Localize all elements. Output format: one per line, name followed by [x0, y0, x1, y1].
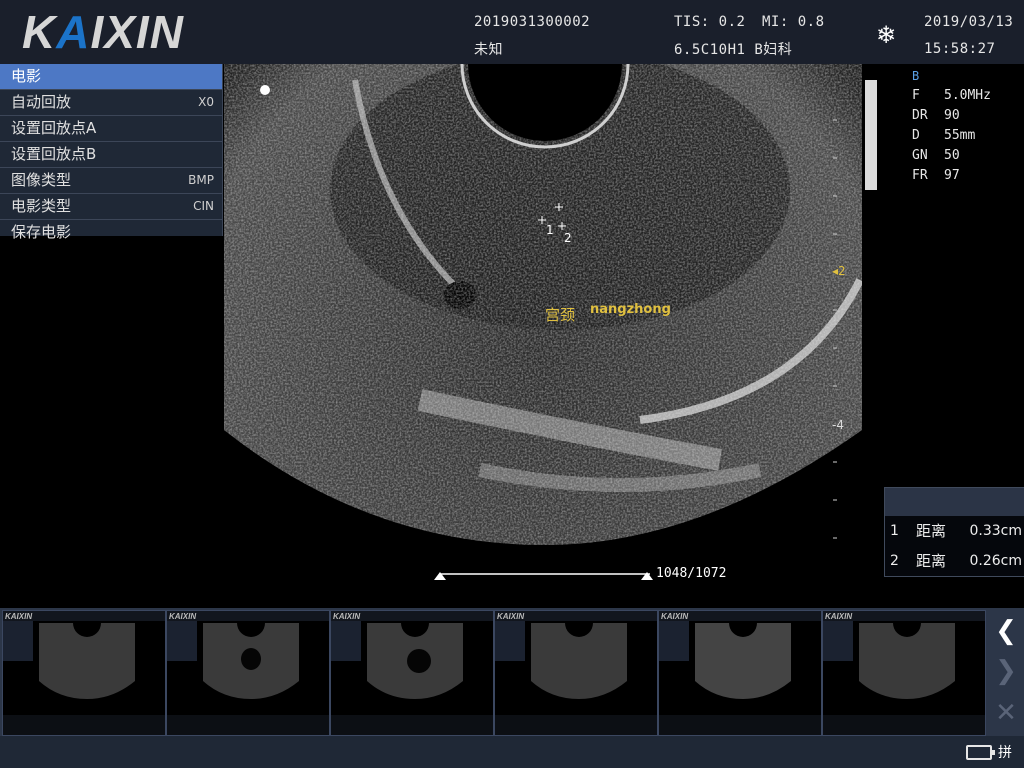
cine-frame-counter: 1048/1072	[656, 566, 727, 581]
imaging-parameters: B F 5.0MHz DR 90 D 55mm GN 50 FR 97	[912, 66, 991, 186]
thumbnail[interactable]: KAIXIN	[2, 610, 166, 736]
thumbnail[interactable]: KAIXIN	[494, 610, 658, 736]
param-row: DR 90	[912, 108, 960, 123]
date: 2019/03/13	[924, 14, 1014, 30]
kaixin-logo: KAIXIN	[22, 6, 184, 58]
time: 15:58:27	[924, 41, 996, 57]
param-row: D 55mm	[912, 128, 976, 143]
thumbnail[interactable]: KAIXIN	[822, 610, 986, 736]
chevron-right-icon[interactable]: ❯	[990, 652, 1022, 690]
patient-id: 2019031300002	[474, 14, 591, 30]
measurement-row: 1 距离 0.33cm	[890, 522, 1022, 540]
depth-label-minus4: -4	[832, 418, 844, 432]
cine-menu: 电影 自动回放 X0 设置回放点A 设置回放点B 图像类型 BMP 电影类型 CIN …	[0, 64, 223, 241]
mode-label: B	[912, 69, 920, 83]
snowflake-icon[interactable]: ❄	[876, 21, 896, 49]
menu-item-auto-playback[interactable]: 自动回放 X0	[0, 90, 222, 116]
thumbnail[interactable]: KAIXIN	[330, 610, 494, 736]
caliper-label-2: 2	[564, 231, 572, 245]
param-row: FR 97	[912, 168, 960, 183]
tis-value: TIS: 0.2	[674, 14, 746, 30]
probe-preset: 6.5C10H1 B妇科	[674, 42, 793, 58]
patient-name: 未知	[474, 42, 503, 58]
thumbnail[interactable]: KAIXIN	[166, 610, 330, 736]
annotation-label-cn: 宫颈	[545, 306, 576, 324]
close-icon[interactable]: ✕	[990, 694, 1022, 732]
thumbnail-strip: KAIXIN KAIXIN KAIXIN KAIXIN KAIXIN KAIXI…	[0, 608, 1024, 736]
menu-item-image-type[interactable]: 图像类型 BMP	[0, 168, 222, 194]
caliper-label-1: 1	[546, 223, 554, 237]
top-bar: KAIXIN 2019031300002 未知 TIS: 0.2 MI: 0.8…	[0, 0, 1024, 64]
menu-item-cine-type[interactable]: 电影类型 CIN	[0, 194, 222, 220]
menu-item-cine[interactable]: 电影	[0, 64, 222, 90]
param-row: F 5.0MHz	[912, 88, 991, 103]
measurement-header	[885, 488, 1024, 516]
measurement-results: 1 距离 0.33cm 2 距离 0.26cm	[884, 487, 1024, 577]
mi-value: MI: 0.8	[762, 14, 825, 30]
ime-indicator[interactable]: 拼	[998, 742, 1012, 762]
thumbnail[interactable]: KAIXIN	[658, 610, 822, 736]
param-row: GN 50	[912, 148, 960, 163]
menu-item-set-point-a[interactable]: 设置回放点A	[0, 116, 222, 142]
status-bar: 拼	[0, 736, 1024, 768]
chevron-left-icon[interactable]: ❮	[990, 612, 1022, 650]
menu-item-set-point-b[interactable]: 设置回放点B	[0, 142, 222, 168]
annotation-label-en: nangzhong	[590, 302, 671, 317]
menu-item-save-cine[interactable]: 保存电影	[0, 220, 222, 245]
measurement-row: 2 距离 0.26cm	[890, 552, 1022, 570]
battery-icon	[966, 745, 995, 760]
depth-marker-2: ◂2	[832, 264, 846, 278]
